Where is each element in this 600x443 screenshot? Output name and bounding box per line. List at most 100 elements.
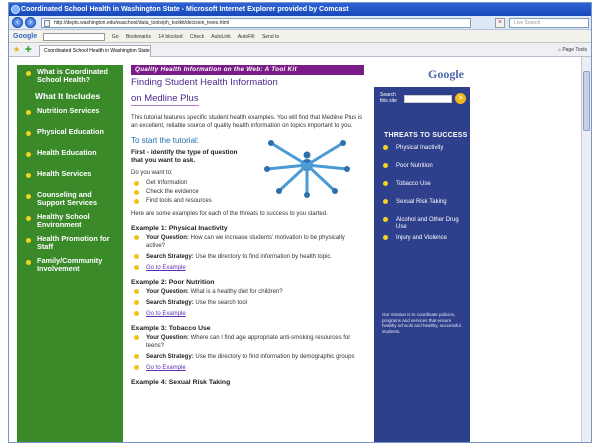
- go-to-example-1-link[interactable]: Go to Example: [146, 265, 186, 271]
- option-label: Get Information: [146, 180, 188, 186]
- google-logo: Google: [428, 67, 464, 81]
- threat-label: Injury and Violence: [396, 235, 447, 241]
- list-item: Your Question: What is a healthy diet fo…: [131, 288, 364, 296]
- nav-item-label: Healthy School Environment: [37, 212, 90, 229]
- question-arrows-illustration: [257, 129, 357, 201]
- browser-window: Coordinated School Health in Washington …: [8, 2, 592, 443]
- site-search-input[interactable]: [404, 95, 452, 103]
- strategy-label: Search Strategy:: [146, 300, 194, 306]
- bullet-icon: [26, 71, 31, 76]
- site-search-go-button[interactable]: >: [455, 93, 466, 104]
- bullet-icon: [134, 300, 139, 305]
- send-to-button[interactable]: Send to: [262, 34, 279, 40]
- strategy-label: Search Strategy:: [146, 254, 194, 260]
- autolink-button[interactable]: AutoLink: [211, 34, 230, 40]
- list-item: Search Strategy: Use the directory to fi…: [131, 353, 364, 361]
- bullet-icon: [26, 194, 31, 199]
- list-item: Your Question: Where can I find age appr…: [131, 334, 364, 350]
- favorites-star-icon[interactable]: ★: [13, 45, 20, 54]
- threat-alcohol-drug-use[interactable]: Alcohol and Other Drug Use: [380, 217, 468, 235]
- list-item: Go to Example: [131, 264, 364, 272]
- nav-item-label: Health Promotion for Staff: [37, 234, 110, 251]
- threat-tobacco-use[interactable]: Tobacco Use: [380, 181, 468, 199]
- nav-item-label: What is Coordinated School Health?: [37, 67, 108, 84]
- site-search-label: Search this site: [380, 92, 397, 104]
- vertical-scrollbar[interactable]: [581, 57, 591, 442]
- go-to-example-2-link[interactable]: Go to Example: [146, 311, 186, 317]
- threat-label: Tobacco Use: [396, 181, 431, 187]
- strategy-label: Search Strategy:: [146, 354, 194, 360]
- nav-item-healthy-school-environment[interactable]: Healthy School Environment: [17, 210, 123, 232]
- window-title: Coordinated School Health in Washington …: [21, 6, 349, 13]
- page-viewport: What is Coordinated School Health? What …: [9, 57, 591, 442]
- autofill-button[interactable]: AutoFill: [238, 34, 255, 40]
- live-search-input[interactable]: Live Search: [509, 18, 589, 28]
- question-label: Your Question:: [146, 335, 189, 341]
- threat-label: Alcohol and Other Drug Use: [396, 217, 459, 230]
- right-panel: Google Search this site > THREATS TO SUC…: [374, 65, 470, 442]
- nav-item-what-is-csh[interactable]: What is Coordinated School Health?: [17, 65, 123, 87]
- bullet-icon: [383, 217, 388, 222]
- google-search-header: Google: [374, 65, 470, 87]
- google-bookmarks-button[interactable]: Bookmarks: [126, 34, 151, 40]
- strategy-text: Use the directory to find information by…: [195, 254, 333, 260]
- nav-item-health-promotion-staff[interactable]: Health Promotion for Staff: [17, 232, 123, 254]
- nav-item-label: Physical Education: [37, 127, 104, 136]
- example-4-heading: Example 4: Sexual Risk Taking: [131, 379, 231, 386]
- bullet-icon: [383, 145, 388, 150]
- option-label: Check the evidence: [146, 189, 199, 195]
- bullet-icon: [134, 311, 139, 316]
- nav-item-physical-education[interactable]: Physical Education: [17, 125, 123, 146]
- google-toolbar-logo: Google: [13, 33, 38, 40]
- nav-item-counseling[interactable]: Counseling and Support Services: [17, 188, 123, 210]
- strategy-text: Use the directory to find information by…: [195, 354, 355, 360]
- threat-label: Sexual Risk Taking: [396, 199, 447, 205]
- example-2-heading: Example 2: Poor Nutrition: [131, 279, 215, 286]
- url-field[interactable]: http://depts.washington.edu/waschool/dat…: [41, 18, 471, 28]
- threat-injury-violence[interactable]: Injury and Violence: [380, 235, 468, 253]
- nav-item-nutrition-services[interactable]: Nutrition Services: [17, 104, 123, 125]
- threat-poor-nutrition[interactable]: Poor Nutrition: [380, 163, 468, 181]
- google-toolbar: Google Go Bookmarks 14 blocked Check Aut…: [9, 30, 591, 43]
- home-icon[interactable]: ⌂: [558, 47, 561, 53]
- bullet-icon: [134, 365, 139, 370]
- bullet-icon: [134, 181, 139, 186]
- add-favorites-icon[interactable]: ✚: [25, 45, 32, 54]
- first-step-text: First - identify the type of question th…: [131, 149, 238, 164]
- strategy-text: Use the search tool: [195, 300, 248, 306]
- list-item: Search Strategy: Use the search tool: [131, 299, 364, 307]
- google-toolbar-search-input[interactable]: [42, 32, 105, 41]
- scrollbar-thumb[interactable]: [583, 71, 590, 131]
- threat-physical-inactivity[interactable]: Physical Inactivity: [380, 145, 468, 163]
- threats-list: Physical Inactivity Poor Nutrition Tobac…: [380, 145, 468, 253]
- tab-coordinated-school-health[interactable]: Coordinated School Health in Washington …: [39, 45, 151, 57]
- intro-paragraph: This tutorial features specific student …: [131, 115, 363, 129]
- nav-item-family-community[interactable]: Family/Community Involvement: [17, 254, 123, 276]
- threat-sexual-risk-taking[interactable]: Sexual Risk Taking: [380, 199, 468, 217]
- example-2-list: Your Question: What is a healthy diet fo…: [131, 288, 364, 318]
- go-to-example-3-link[interactable]: Go to Example: [146, 365, 186, 371]
- stop-button[interactable]: ×: [495, 18, 505, 28]
- bullet-icon: [383, 199, 388, 204]
- tools-menu[interactable]: Tools: [575, 47, 587, 53]
- bullet-icon: [26, 216, 31, 221]
- forward-button[interactable]: ›: [25, 17, 36, 28]
- google-go-button[interactable]: Go: [112, 34, 119, 40]
- title-bar: Coordinated School Health in Washington …: [9, 3, 591, 16]
- nav-item-health-services[interactable]: Health Services: [17, 167, 123, 188]
- bullet-icon: [26, 173, 31, 178]
- bullet-icon: [134, 235, 139, 240]
- bullet-icon: [26, 152, 31, 157]
- bullet-icon: [26, 238, 31, 243]
- page-menu[interactable]: Page: [562, 47, 574, 53]
- nav-item-health-education[interactable]: Health Education: [17, 146, 123, 167]
- bullet-icon: [26, 260, 31, 265]
- url-text: http://depts.washington.edu/waschool/dat…: [54, 20, 230, 26]
- back-button[interactable]: ‹: [12, 17, 23, 28]
- bullet-icon: [134, 289, 139, 294]
- spellcheck-button[interactable]: Check: [190, 34, 204, 40]
- examples-intro: Here are some examples for each of the t…: [131, 211, 328, 217]
- page-title-line1: Finding Student Health Information: [131, 77, 278, 88]
- example-3-heading: Example 3: Tobacco Use: [131, 325, 211, 332]
- popup-blocked-indicator[interactable]: 14 blocked: [158, 34, 182, 40]
